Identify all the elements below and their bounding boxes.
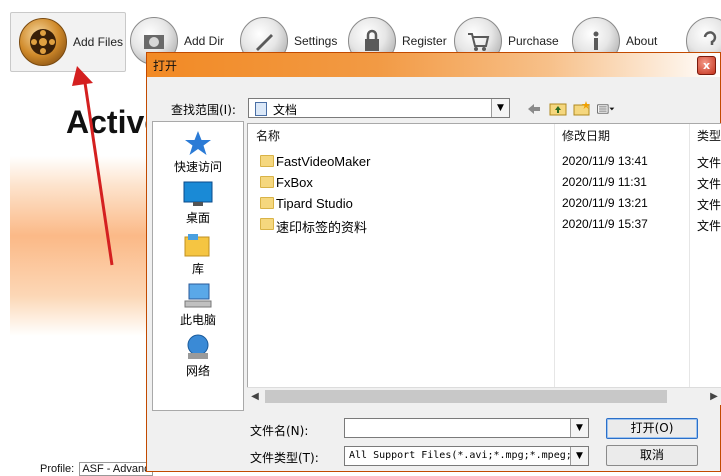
file-row[interactable]: 速印标签的资料 2020/11/9 15:37 文件 (248, 214, 721, 235)
network-icon (183, 334, 213, 360)
file-type: 文件 (697, 156, 721, 170)
place-label: 桌面 (185, 211, 210, 225)
profile-label: Profile: (40, 463, 75, 475)
column-header-name[interactable]: 名称 (256, 124, 280, 148)
file-name: Tipard Studio (276, 196, 353, 211)
file-date: 2020/11/9 13:21 (562, 196, 648, 210)
register-label: Register (402, 34, 447, 48)
profile-row: Profile: ASF - Advanc (40, 462, 153, 476)
lookin-label: 查找范围(I): (171, 103, 236, 117)
place-this-pc[interactable]: 此电脑 (153, 283, 243, 328)
open-file-dialog: 打开 x 查找范围(I): 文档 ▼ 快速访问 桌面 库 此电脑 网络 ^ 名称… (146, 52, 721, 472)
documents-icon (255, 102, 267, 116)
file-name: 速印标签的资料 (276, 220, 368, 235)
file-type: 文件 (697, 177, 721, 191)
lookin-combo[interactable]: 文档 ▼ (248, 98, 510, 118)
file-date: 2020/11/9 15:37 (562, 217, 648, 231)
scroll-right-icon[interactable]: ▶ (706, 388, 721, 405)
column-header-date[interactable]: 修改日期 (562, 124, 610, 148)
filename-label: 文件名(N): (250, 424, 309, 438)
profile-select[interactable]: ASF - Advanc (79, 462, 153, 476)
place-desktop[interactable]: 桌面 (153, 181, 243, 226)
column-header-type[interactable]: 类型 (697, 124, 721, 148)
place-quick-access[interactable]: 快速访问 (153, 130, 243, 175)
library-icon (183, 232, 213, 258)
new-folder-icon[interactable] (573, 100, 591, 117)
scroll-left-icon[interactable]: ◀ (247, 388, 263, 405)
close-icon: x (702, 59, 711, 72)
file-row[interactable]: FastVideoMaker 2020/11/9 13:41 文件 (248, 151, 721, 172)
folder-icon (260, 218, 274, 230)
chevron-down-icon[interactable]: ▼ (570, 447, 588, 465)
chevron-down-icon[interactable]: ▼ (491, 99, 509, 117)
close-button[interactable]: x (697, 56, 716, 75)
dialog-titlebar[interactable]: 打开 x (147, 53, 720, 77)
computer-icon (183, 283, 213, 309)
star-icon (183, 130, 213, 156)
sort-caret-icon: ^ (398, 123, 407, 129)
about-label: About (626, 34, 658, 48)
folder-icon (260, 197, 274, 209)
filename-input[interactable]: ▼ (344, 418, 589, 438)
add-files-button[interactable]: Add Files (10, 12, 126, 72)
file-date: 2020/11/9 11:31 (562, 175, 647, 189)
place-label: 此电脑 (179, 313, 216, 327)
file-name: FxBox (276, 175, 313, 190)
folder-icon (260, 155, 274, 167)
nav-toolbar (525, 100, 615, 117)
place-label: 库 (191, 262, 204, 276)
dialog-title: 打开 (153, 59, 178, 73)
file-list: ^ 名称 修改日期 类型 FastVideoMaker 2020/11/9 13… (247, 123, 721, 405)
back-arrow-icon[interactable] (525, 100, 543, 117)
places-bar: 快速访问 桌面 库 此电脑 网络 (152, 121, 244, 411)
place-library[interactable]: 库 (153, 232, 243, 277)
folder-icon (260, 176, 274, 188)
add-files-label: Add Files (73, 35, 124, 49)
file-type: 文件 (697, 198, 721, 212)
view-menu-icon[interactable] (597, 100, 615, 117)
file-row[interactable]: Tipard Studio 2020/11/9 13:21 文件 (248, 193, 721, 214)
desktop-icon (183, 181, 213, 207)
purchase-label: Purchase (508, 34, 559, 48)
file-date: 2020/11/9 13:41 (562, 154, 648, 168)
filetype-label: 文件类型(T): (250, 451, 319, 465)
file-row[interactable]: FxBox 2020/11/9 11:31 文件 (248, 172, 721, 193)
filetype-select[interactable]: All Support Files(*.avi;*.mpg;*.mpeg; ▼ (344, 446, 589, 466)
place-network[interactable]: 网络 (153, 334, 243, 379)
up-folder-icon[interactable] (549, 100, 567, 117)
cancel-button[interactable]: 取消 (606, 445, 698, 466)
file-name: FastVideoMaker (276, 154, 371, 169)
filetype-value: All Support Files(*.avi;*.mpg;*.mpeg; (349, 450, 572, 461)
settings-label: Settings (294, 34, 338, 48)
place-label: 快速访问 (173, 160, 222, 174)
chevron-down-icon[interactable]: ▼ (570, 419, 588, 437)
horizontal-scrollbar[interactable]: ◀ ▶ (247, 387, 721, 405)
file-type: 文件 (697, 219, 721, 233)
lookin-value: 文档 (273, 103, 298, 117)
place-label: 网络 (185, 364, 210, 378)
scrollbar-thumb[interactable] (265, 390, 667, 403)
add-dir-label: Add Dir (184, 34, 225, 48)
open-button[interactable]: 打开(O) (606, 418, 698, 439)
film-reel-icon (19, 18, 67, 66)
